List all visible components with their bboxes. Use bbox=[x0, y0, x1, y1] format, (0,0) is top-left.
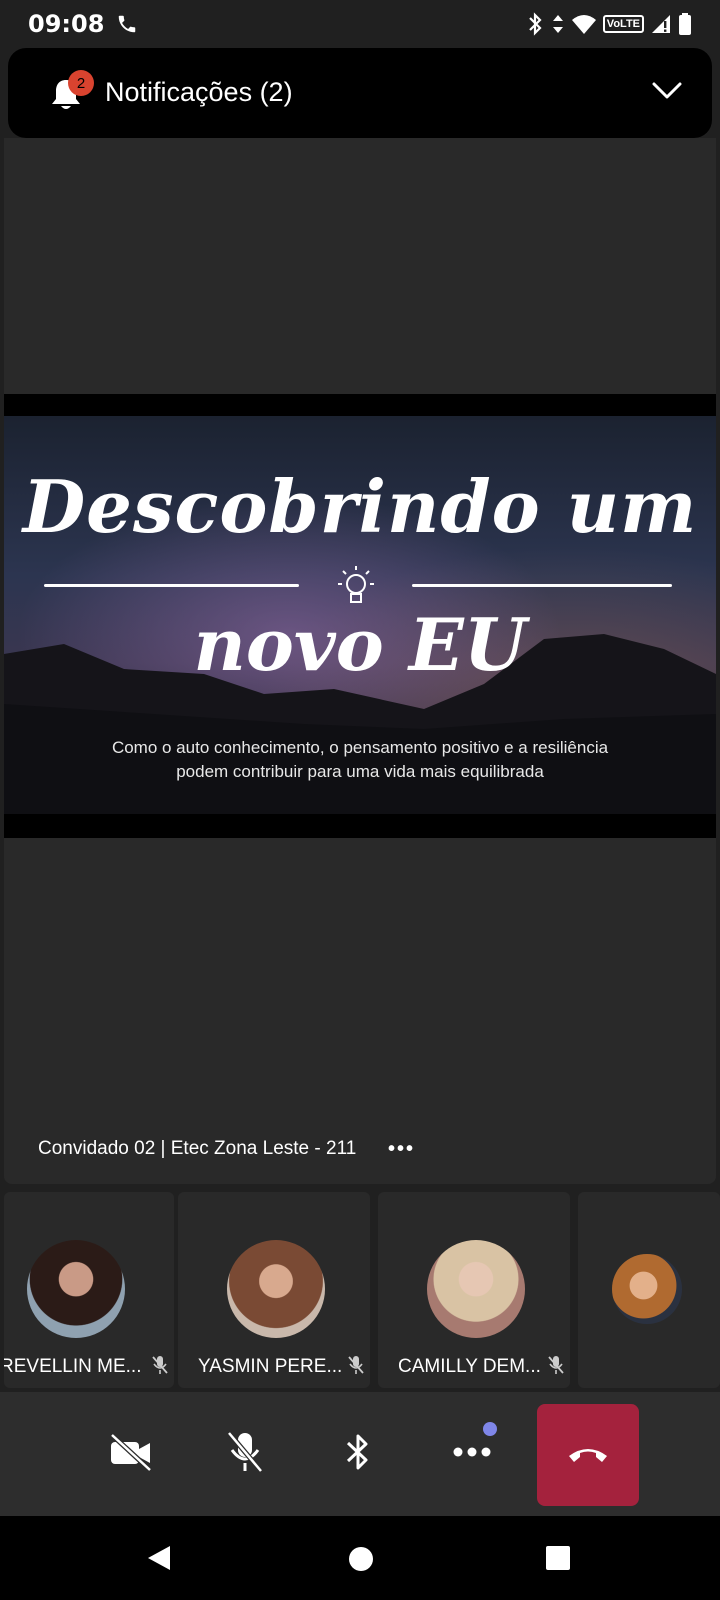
status-bar: 09:08 VoLTE bbox=[0, 0, 720, 48]
chevron-down-icon[interactable] bbox=[652, 80, 682, 102]
call-controls-bar bbox=[0, 1392, 720, 1516]
slide-title-line2: novo EU bbox=[193, 602, 527, 687]
bluetooth-audio-button[interactable] bbox=[328, 1422, 388, 1482]
camera-toggle-button[interactable] bbox=[101, 1422, 161, 1482]
teams-call-screen: 09:08 VoLTE 2 Notificações (2) Descobrin… bbox=[0, 0, 720, 1600]
signal-icon bbox=[652, 15, 670, 33]
participant-tile[interactable] bbox=[578, 1192, 720, 1388]
more-options-indicator bbox=[483, 1422, 497, 1436]
system-navigation-bar bbox=[0, 1516, 720, 1600]
presenter-name: Convidado 02 | Etec Zona Leste - 211 bbox=[38, 1138, 357, 1159]
participant-tile[interactable]: REVELLIN ME... bbox=[4, 1192, 174, 1388]
slide-subtitle-line2: podem contribuir para uma vida mais equi… bbox=[176, 762, 544, 781]
mic-off-icon bbox=[227, 1431, 263, 1473]
slide-subtitle-line1: Como o auto conhecimento, o pensamento p… bbox=[111, 738, 609, 757]
volte-badge: VoLTE bbox=[602, 15, 644, 33]
participant-name: YASMIN PERE... bbox=[198, 1356, 343, 1377]
status-icons: VoLTE bbox=[527, 12, 692, 36]
phone-call-icon bbox=[119, 15, 136, 33]
notifications-title: Notificações (2) bbox=[105, 77, 293, 107]
divider-left bbox=[44, 584, 299, 587]
status-time: 09:08 bbox=[28, 10, 105, 38]
home-icon[interactable] bbox=[348, 1546, 374, 1572]
participant-tile[interactable]: CAMILLY DEM... bbox=[378, 1192, 570, 1388]
presenter-more-button[interactable]: ••• bbox=[388, 1138, 415, 1161]
hang-up-icon bbox=[569, 1449, 607, 1462]
hang-up-button[interactable] bbox=[537, 1404, 639, 1506]
mic-off-icon bbox=[152, 1356, 168, 1374]
more-dots-icon bbox=[453, 1447, 491, 1457]
camera-off-icon bbox=[110, 1433, 152, 1472]
battery-icon bbox=[679, 13, 691, 35]
participant-tile[interactable]: YASMIN PERE... bbox=[178, 1192, 370, 1388]
participant-name: REVELLIN ME... bbox=[4, 1356, 142, 1377]
bell-wrap: 2 bbox=[48, 70, 94, 112]
slide-title-line1: Descobrindo um bbox=[22, 464, 698, 549]
mic-off-icon bbox=[348, 1356, 364, 1374]
bluetooth-status-icon bbox=[529, 12, 542, 36]
mic-off-icon bbox=[548, 1356, 564, 1374]
slide-subtitle: Como o auto conhecimento, o pensamento p… bbox=[4, 736, 716, 784]
data-arrows-icon bbox=[552, 15, 563, 33]
back-icon[interactable] bbox=[146, 1544, 172, 1572]
notifications-banner[interactable]: 2 Notificações (2) bbox=[8, 48, 712, 138]
divider-right bbox=[412, 584, 672, 587]
recents-icon[interactable] bbox=[546, 1546, 570, 1570]
avatar bbox=[612, 1254, 682, 1324]
avatar bbox=[427, 1240, 525, 1338]
avatar bbox=[27, 1240, 125, 1338]
participant-name: CAMILLY DEM... bbox=[398, 1356, 541, 1377]
bluetooth-icon bbox=[346, 1434, 368, 1470]
shared-slide: Descobrindo um novo EU Como o auto conhe… bbox=[4, 416, 716, 814]
microphone-toggle-button[interactable] bbox=[215, 1422, 275, 1482]
notification-count-badge: 2 bbox=[68, 70, 94, 96]
avatar bbox=[227, 1240, 325, 1338]
wifi-icon bbox=[571, 15, 596, 34]
